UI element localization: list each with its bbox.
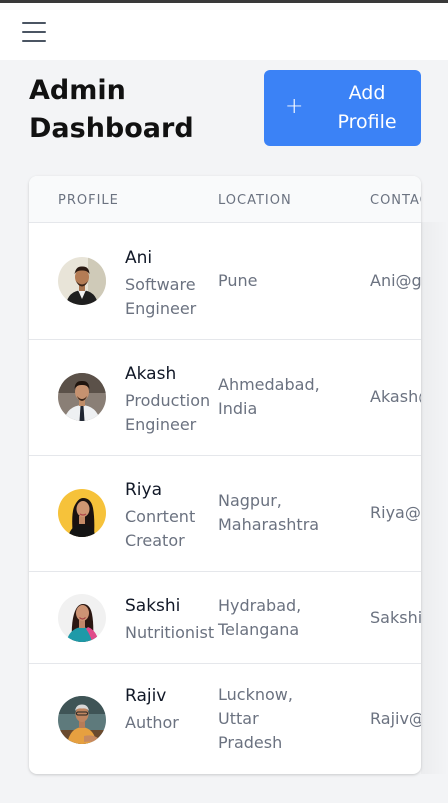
profile-name: Riya — [125, 480, 163, 500]
table-row[interactable]: Rajiv Author Lucknow, Uttar Pradesh Raji… — [29, 664, 421, 774]
page-title: Admin Dashboard — [29, 72, 194, 148]
profile-email[interactable]: Riya@gma — [370, 501, 421, 525]
page-title-line-2: Dashboard — [29, 113, 194, 144]
table-row[interactable]: Akash Production Engineer Ahmedabad, Ind… — [29, 340, 421, 456]
profile-email[interactable]: Ani@gmai — [370, 269, 421, 293]
profile-email[interactable]: Akash@gm — [370, 385, 421, 409]
profile-name: Ani — [125, 248, 153, 268]
avatar — [58, 696, 106, 744]
page-title-line-1: Admin — [29, 75, 126, 106]
profile-location: Hydrabad, Telangana — [218, 596, 302, 639]
profile-location: Pune — [218, 271, 258, 290]
profile-role: Nutritionist — [125, 623, 215, 642]
avatar — [58, 373, 106, 421]
profile-name: Akash — [125, 364, 177, 384]
horizontal-scroll-edge — [421, 222, 448, 774]
navbar — [0, 3, 448, 60]
add-profile-label-line-1: Add — [348, 82, 386, 104]
avatar — [58, 594, 106, 642]
profile-email[interactable]: Sakshi@gr — [370, 606, 421, 630]
table-row[interactable]: Ani Software Engineer Pune Ani@gmai — [29, 223, 421, 340]
profile-name: Sakshi — [125, 596, 181, 616]
profile-location: Nagpur, Maharashtra — [218, 491, 320, 534]
column-header-profile: PROFILE — [58, 193, 119, 208]
table-row[interactable]: Riya Conrtent Creator Nagpur, Maharashtr… — [29, 456, 421, 572]
column-header-location: LOCATION — [218, 193, 292, 208]
profile-email[interactable]: Rajiv@gma — [370, 707, 421, 731]
profile-role: Software Engineer — [125, 275, 197, 318]
profile-name: Rajiv — [125, 686, 167, 706]
add-profile-label: Add Profile — [324, 79, 410, 137]
profile-role: Conrtent Creator — [125, 507, 196, 550]
add-profile-button[interactable]: + Add Profile — [264, 70, 421, 146]
table-header: PROFILE LOCATION CONTACT — [29, 176, 421, 223]
hamburger-menu-icon[interactable] — [22, 22, 46, 42]
profile-location: Ahmedabad, India — [218, 375, 320, 418]
add-profile-label-line-2: Profile — [337, 111, 397, 133]
table-row[interactable]: Sakshi Nutritionist Hydrabad, Telangana … — [29, 572, 421, 664]
plus-icon: + — [285, 94, 304, 119]
column-header-contact: CONTACT — [370, 193, 421, 208]
profiles-table: PROFILE LOCATION CONTACT Ani Software En… — [29, 176, 421, 774]
avatar — [58, 489, 106, 537]
avatar — [58, 257, 106, 305]
profile-role: Author — [125, 713, 179, 732]
profile-location: Lucknow, Uttar Pradesh — [218, 685, 293, 752]
profile-role: Production Engineer — [125, 391, 211, 434]
